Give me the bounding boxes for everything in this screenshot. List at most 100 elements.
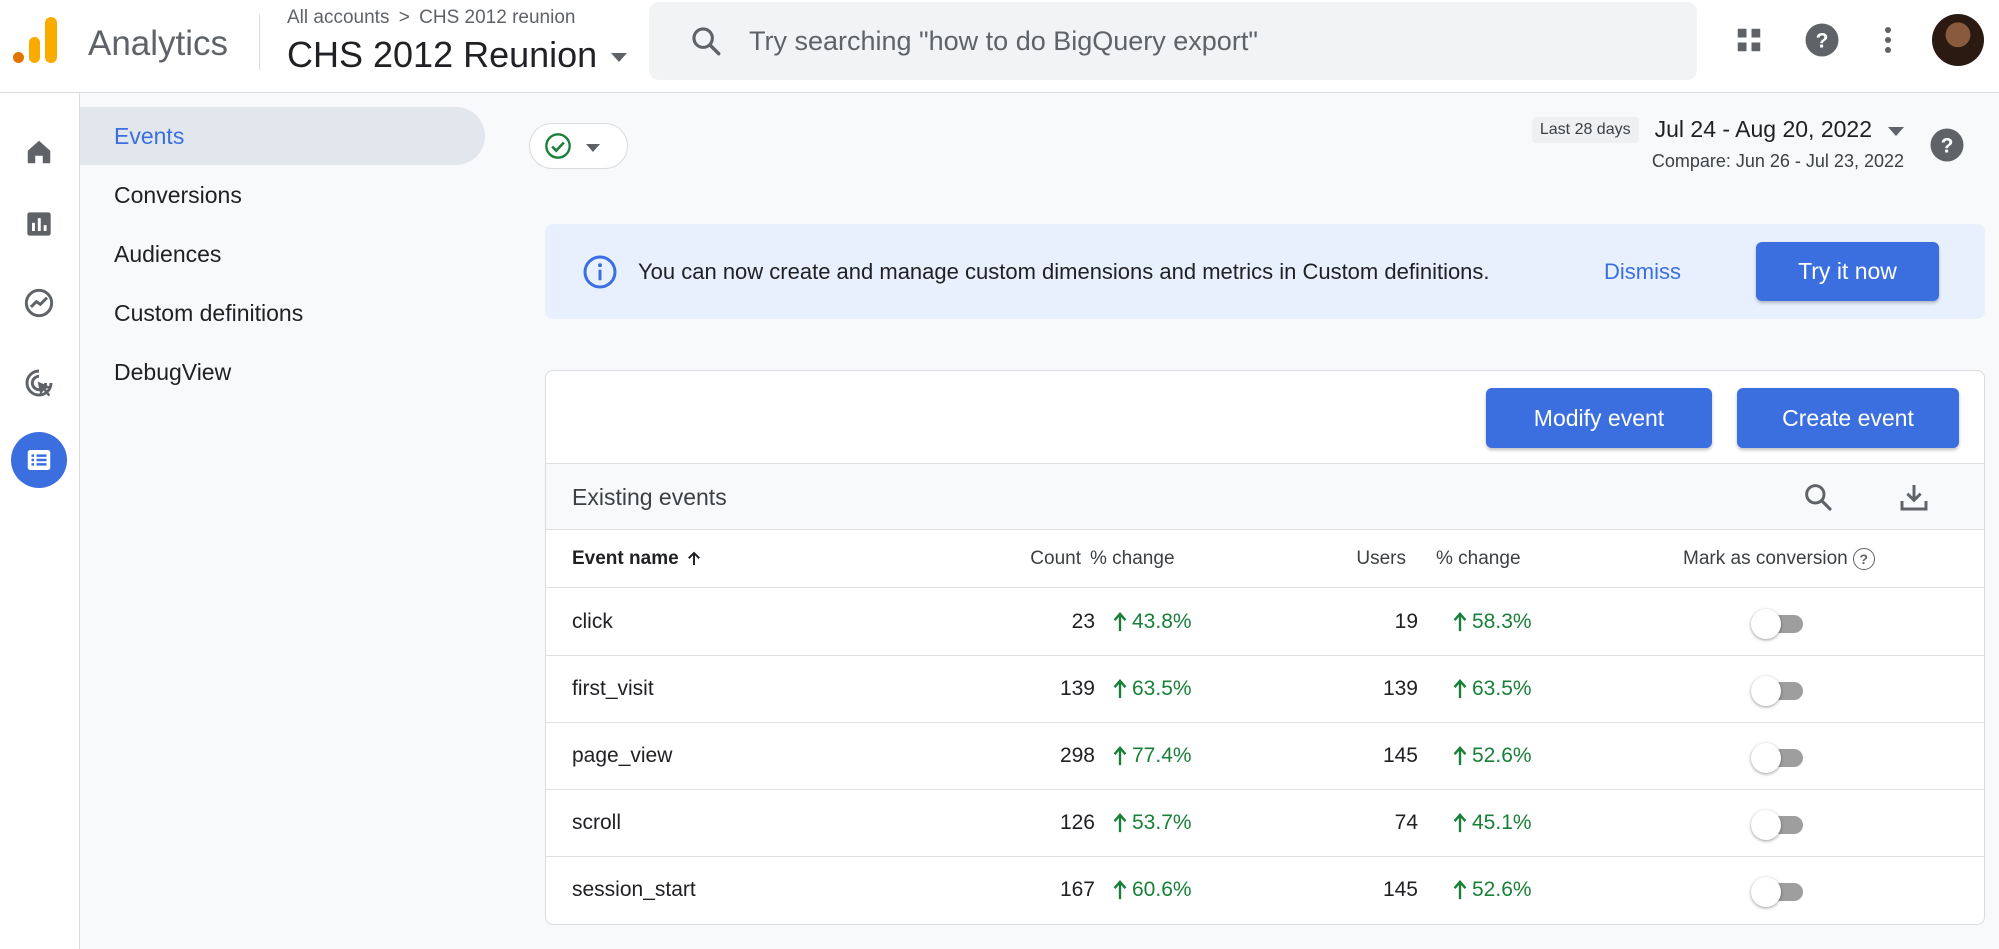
count-change-cell: 60.6% <box>1112 878 1192 902</box>
mark-conversion-toggle[interactable] <box>1751 743 1807 773</box>
mark-conversion-toggle[interactable] <box>1751 810 1807 840</box>
subnav-item-events[interactable]: Events <box>80 107 485 165</box>
users-change-cell: 45.1% <box>1452 811 1532 835</box>
column-header-count[interactable]: Count <box>1030 548 1081 570</box>
arrow-up-icon <box>1453 612 1467 632</box>
toggle-knob <box>1751 877 1781 907</box>
count-cell: 126 <box>1059 811 1095 834</box>
search-icon[interactable] <box>1799 478 1837 516</box>
subnav-item-audiences[interactable]: Audiences <box>80 225 485 283</box>
toggle-knob <box>1751 810 1781 840</box>
users-change-cell: 63.5% <box>1452 677 1532 701</box>
column-header-count-change[interactable]: % change <box>1090 548 1175 570</box>
count-cell: 23 <box>1071 610 1095 633</box>
avatar[interactable] <box>1932 14 1984 66</box>
users-change-value: 58.3% <box>1472 610 1532 633</box>
search-bar[interactable] <box>649 2 1697 80</box>
advertising-icon[interactable] <box>11 355 67 411</box>
more-vert-icon[interactable] <box>1866 18 1910 62</box>
users-change-value: 52.6% <box>1472 878 1532 901</box>
breadcrumb[interactable]: All accounts > CHS 2012 reunion <box>287 7 575 29</box>
count-change-cell: 43.8% <box>1112 610 1192 634</box>
date-range-picker[interactable]: Last 28 days Jul 24 - Aug 20, 2022 Compa… <box>1531 116 1904 172</box>
date-range[interactable]: Jul 24 - Aug 20, 2022 <box>1655 116 1872 143</box>
sub-nav: Events Conversions Audiences Custom defi… <box>80 93 500 949</box>
table-row[interactable]: page_view 298 77.4% 145 52.6% <box>546 723 1984 790</box>
count-cell: 298 <box>1059 744 1095 767</box>
event-name-cell[interactable]: first_visit <box>572 677 654 701</box>
event-name-cell[interactable]: page_view <box>572 744 672 768</box>
banner-text: You can now create and manage custom dim… <box>638 258 1490 284</box>
users-change-cell: 52.6% <box>1452 878 1532 902</box>
users-cell: 145 <box>1382 878 1418 901</box>
table-row[interactable]: click 23 43.8% 19 58.3% <box>546 589 1984 656</box>
analytics-logo-icon[interactable] <box>13 17 58 63</box>
left-rail <box>0 93 80 949</box>
events-card: Modify event Create event Existing event… <box>545 370 1985 925</box>
subnav-item-custom-definitions[interactable]: Custom definitions <box>80 284 485 342</box>
modify-event-button[interactable]: Modify event <box>1486 388 1712 448</box>
home-icon[interactable] <box>11 124 67 180</box>
table-row[interactable]: first_visit 139 63.5% 139 63.5% <box>546 656 1984 723</box>
column-header-event-name[interactable]: Event name <box>572 548 703 570</box>
try-it-now-button[interactable]: Try it now <box>1756 242 1939 301</box>
users-change-cell: 58.3% <box>1452 610 1532 634</box>
reports-icon[interactable] <box>11 196 67 252</box>
arrow-up-icon <box>1113 813 1127 833</box>
users-change-value: 45.1% <box>1472 811 1532 834</box>
event-name-cell[interactable]: session_start <box>572 878 696 902</box>
column-label: Mark as conversion <box>1683 548 1848 569</box>
configure-icon[interactable] <box>11 432 67 488</box>
explore-icon[interactable] <box>11 275 67 331</box>
subnav-item-conversions[interactable]: Conversions <box>80 166 485 224</box>
column-header-users[interactable]: Users <box>1356 548 1406 570</box>
count-change-cell: 53.7% <box>1112 811 1192 835</box>
event-name-cell[interactable]: click <box>572 610 613 634</box>
header-divider <box>259 14 260 70</box>
property-selector[interactable]: CHS 2012 Reunion <box>287 34 628 76</box>
breadcrumb-property[interactable]: CHS 2012 reunion <box>419 7 575 28</box>
users-cell: 139 <box>1382 677 1418 700</box>
event-name-cell[interactable]: scroll <box>572 811 621 835</box>
arrow-up-icon <box>687 551 700 565</box>
count-cell: 167 <box>1059 878 1095 901</box>
breadcrumb-account[interactable]: All accounts <box>287 7 389 28</box>
info-banner: You can now create and manage custom dim… <box>545 224 1985 319</box>
users-cell: 19 <box>1394 610 1418 633</box>
app-name: Analytics <box>88 24 229 63</box>
column-label: Event name <box>572 548 679 569</box>
column-header-mark-conversion: Mark as conversion ? <box>1683 548 1875 570</box>
count-change-value: 60.6% <box>1132 878 1192 901</box>
card-toolbar: Modify event Create event <box>546 371 1984 464</box>
column-header-users-change[interactable]: % change <box>1436 548 1521 570</box>
mark-conversion-toggle[interactable] <box>1751 676 1807 706</box>
users-cell: 145 <box>1382 744 1418 767</box>
apps-grid-icon[interactable] <box>1727 18 1771 62</box>
property-name: CHS 2012 Reunion <box>287 34 598 75</box>
caret-down-icon <box>611 52 628 62</box>
count-change-value: 77.4% <box>1132 744 1192 767</box>
existing-events-header: Existing events <box>546 464 1984 530</box>
subnav-item-debugview[interactable]: DebugView <box>80 343 485 401</box>
table-row[interactable]: session_start 167 60.6% 145 52.6% <box>546 857 1984 924</box>
help-icon[interactable]: ? <box>1852 548 1875 570</box>
help-icon[interactable]: ? <box>1800 18 1844 62</box>
search-icon <box>692 27 721 56</box>
table-row[interactable]: scroll 126 53.7% 74 45.1% <box>546 790 1984 857</box>
count-change-cell: 63.5% <box>1112 677 1192 701</box>
svg-text:?: ? <box>1816 30 1829 53</box>
search-input[interactable] <box>749 25 1649 57</box>
dismiss-button[interactable]: Dismiss <box>1604 259 1681 285</box>
create-event-button[interactable]: Create event <box>1737 388 1959 448</box>
count-change-value: 53.7% <box>1132 811 1192 834</box>
download-icon[interactable] <box>1895 478 1933 516</box>
arrow-up-icon <box>1453 679 1467 699</box>
arrow-up-icon <box>1113 612 1127 632</box>
comparison-filter-chip[interactable] <box>529 123 628 169</box>
toggle-knob <box>1751 609 1781 639</box>
breadcrumb-separator-icon: > <box>398 7 410 28</box>
mark-conversion-toggle[interactable] <box>1751 877 1807 907</box>
mark-conversion-toggle[interactable] <box>1751 609 1807 639</box>
help-icon[interactable]: ? <box>1929 127 1965 168</box>
existing-events-title: Existing events <box>572 484 727 510</box>
